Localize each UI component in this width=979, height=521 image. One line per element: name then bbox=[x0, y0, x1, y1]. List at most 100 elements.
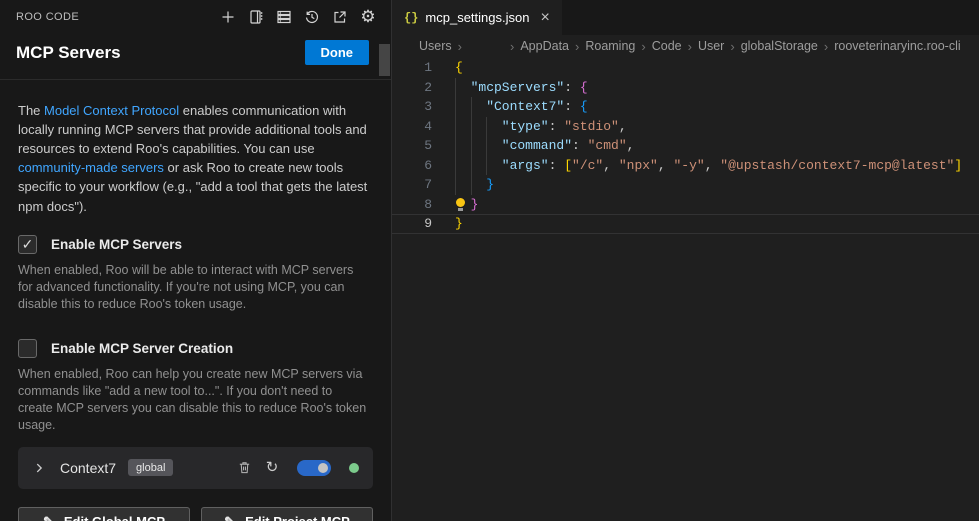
tab-mcp-settings[interactable]: {} mcp_settings.json × bbox=[392, 0, 562, 35]
breadcrumb-item[interactable]: rooveterinaryinc.roo-cli bbox=[834, 39, 960, 53]
code-line[interactable]: 4"type": "stdio", bbox=[392, 117, 979, 137]
line-number: 6 bbox=[392, 156, 432, 176]
community-made-servers-link[interactable]: community-made servers bbox=[18, 160, 164, 175]
code-token: : bbox=[564, 80, 580, 95]
restart-server-icon[interactable]: ↻ bbox=[263, 459, 281, 477]
code-area[interactable]: 1{2"mcpServers": {3 "Context7": {4"type":… bbox=[392, 57, 979, 521]
code-line[interactable]: 5"command": "cmd", bbox=[392, 136, 979, 156]
checkmark-icon: ✓ bbox=[22, 237, 34, 251]
code-line[interactable]: 2"mcpServers": { bbox=[392, 78, 979, 98]
code-token: , bbox=[603, 158, 619, 173]
notebook-icon[interactable] bbox=[247, 8, 265, 26]
delete-server-icon[interactable] bbox=[235, 459, 253, 477]
code-token: } bbox=[486, 177, 494, 192]
done-button[interactable]: Done bbox=[305, 40, 370, 65]
code-token: [ bbox=[564, 158, 572, 173]
code-line[interactable]: 1{ bbox=[392, 58, 979, 78]
code-token: , bbox=[705, 158, 721, 173]
code-line[interactable]: 8} bbox=[392, 195, 979, 215]
breadcrumb-item[interactable]: User bbox=[698, 39, 724, 53]
code-token: , bbox=[627, 138, 635, 153]
code-token: : bbox=[564, 99, 580, 114]
code-token: "Context7" bbox=[486, 99, 564, 114]
code-token: "stdio" bbox=[564, 119, 619, 134]
server-status-dot bbox=[349, 463, 359, 473]
code-token: "/c" bbox=[572, 158, 603, 173]
indent-guide bbox=[471, 97, 487, 117]
code-token: { bbox=[580, 80, 588, 95]
close-icon[interactable]: × bbox=[540, 10, 549, 26]
code-line[interactable]: 7} bbox=[392, 175, 979, 195]
line-number: 8 bbox=[392, 195, 432, 215]
code-token: "-y" bbox=[673, 158, 704, 173]
enable-mcp-creation-label: Enable MCP Server Creation bbox=[51, 341, 233, 356]
indent-guide bbox=[486, 117, 502, 137]
indent-guide bbox=[455, 97, 471, 117]
code-token: "@upstash/context7-mcp@latest" bbox=[720, 158, 954, 173]
server-stack-icon[interactable] bbox=[275, 8, 293, 26]
toggle-knob bbox=[318, 463, 328, 473]
indent-guide bbox=[471, 136, 487, 156]
intro-text: The bbox=[18, 103, 44, 118]
enable-mcp-creation-row: ✓ Enable MCP Server Creation bbox=[18, 339, 373, 358]
code-token: ] bbox=[954, 158, 962, 173]
edit-global-mcp-label: Edit Global MCP bbox=[64, 514, 165, 521]
breadcrumb: Users››AppData›Roaming›Code›User›globalS… bbox=[392, 35, 979, 57]
code-line[interactable]: 9} bbox=[392, 214, 979, 234]
open-in-new-icon[interactable] bbox=[331, 8, 349, 26]
code-token: "mcpServers" bbox=[471, 80, 565, 95]
code-token: "command" bbox=[502, 138, 572, 153]
indent-guide bbox=[471, 156, 487, 176]
editor-group: {} mcp_settings.json × Users››AppData›Ro… bbox=[392, 0, 979, 521]
code-token: } bbox=[455, 216, 463, 231]
indent-guide bbox=[486, 156, 502, 176]
line-number: 3 bbox=[392, 97, 432, 117]
intro-paragraph: The Model Context Protocol enables commu… bbox=[18, 101, 374, 216]
history-icon[interactable] bbox=[303, 8, 321, 26]
sidebar-scrollbar-thumb[interactable] bbox=[379, 44, 390, 76]
breadcrumb-item[interactable]: Roaming bbox=[585, 39, 635, 53]
panel-header: ROO CODE ⚙ bbox=[0, 0, 391, 26]
code-line[interactable]: 3"Context7": { bbox=[392, 97, 979, 117]
panel-body: The Model Context Protocol enables commu… bbox=[0, 101, 391, 521]
indent-guide bbox=[486, 136, 502, 156]
server-enabled-toggle[interactable] bbox=[297, 460, 331, 476]
code-token: { bbox=[455, 60, 463, 75]
panel-title: ROO CODE bbox=[16, 11, 79, 23]
app-window: ROO CODE ⚙ MCP S bbox=[0, 0, 979, 521]
pencil-icon: ✎ bbox=[224, 514, 235, 521]
code-token: , bbox=[658, 158, 674, 173]
pencil-icon: ✎ bbox=[43, 514, 54, 521]
indent-guide bbox=[455, 136, 471, 156]
model-context-protocol-link[interactable]: Model Context Protocol bbox=[44, 103, 179, 118]
gear-icon[interactable]: ⚙ bbox=[359, 8, 377, 26]
breadcrumb-separator-icon: › bbox=[730, 39, 734, 54]
edit-global-mcp-button[interactable]: ✎ Edit Global MCP bbox=[18, 507, 190, 521]
edit-project-mcp-button[interactable]: ✎Edit Project MCP bbox=[201, 507, 373, 521]
breadcrumb-item[interactable]: Users bbox=[419, 39, 452, 53]
breadcrumb-item[interactable]: Code bbox=[652, 39, 682, 53]
panel-toolbar: ⚙ bbox=[219, 8, 377, 26]
code-token: "args" bbox=[502, 158, 549, 173]
plus-icon[interactable] bbox=[219, 8, 237, 26]
header-divider bbox=[0, 79, 391, 80]
enable-mcp-servers-checkbox[interactable]: ✓ bbox=[18, 235, 37, 254]
server-name: Context7 bbox=[60, 460, 116, 476]
code-token: "npx" bbox=[619, 158, 658, 173]
page-title: MCP Servers bbox=[16, 43, 121, 63]
enable-mcp-servers-label: Enable MCP Servers bbox=[51, 237, 182, 252]
breadcrumb-item[interactable]: AppData bbox=[520, 39, 569, 53]
line-number: 5 bbox=[392, 136, 432, 156]
mcp-server-row[interactable]: Context7 global ↻ bbox=[18, 447, 373, 489]
chevron-right-icon[interactable] bbox=[32, 461, 46, 475]
code-line[interactable]: 6"args": ["/c", "npx", "-y", "@upstash/c… bbox=[392, 156, 979, 176]
indent-guide bbox=[455, 175, 471, 195]
code-token: , bbox=[619, 119, 627, 134]
breadcrumb-item[interactable]: globalStorage bbox=[741, 39, 818, 53]
lightbulb-icon[interactable] bbox=[455, 195, 471, 215]
indent-guide bbox=[455, 117, 471, 137]
breadcrumb-separator-icon: › bbox=[575, 39, 579, 54]
enable-mcp-creation-checkbox[interactable]: ✓ bbox=[18, 339, 37, 358]
editor-tab-bar: {} mcp_settings.json × bbox=[392, 0, 979, 35]
code-token: : bbox=[572, 138, 588, 153]
